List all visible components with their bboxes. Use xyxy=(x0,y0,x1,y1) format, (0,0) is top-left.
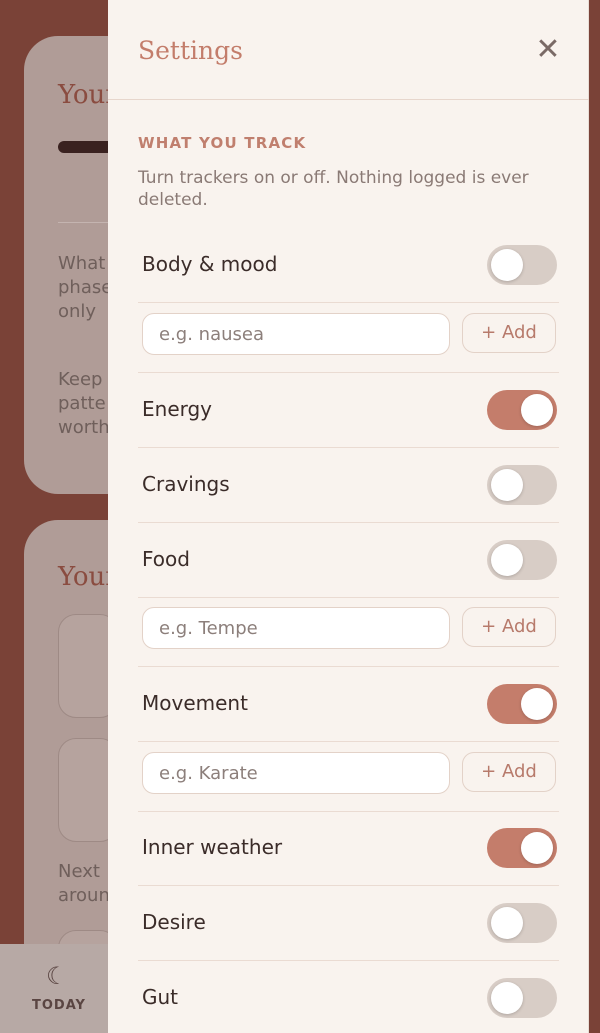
toggle-inner-weather[interactable] xyxy=(487,828,557,868)
toggle-body-mood[interactable] xyxy=(487,245,557,285)
tracker-label: Desire xyxy=(142,910,206,934)
toggle-knob xyxy=(521,394,553,426)
moon-icon: ☾ xyxy=(46,962,68,990)
settings-title: Settings xyxy=(138,36,243,65)
add-row-movement: + Add xyxy=(138,742,559,812)
tracker-row-movement: Movement xyxy=(138,667,559,742)
toggle-desire[interactable] xyxy=(487,903,557,943)
tracker-label: Cravings xyxy=(142,472,230,496)
add-button-body-mood[interactable]: + Add xyxy=(462,313,556,353)
tracker-label: Inner weather xyxy=(142,835,283,859)
toggle-knob xyxy=(491,544,523,576)
add-row-body-mood: + Add xyxy=(138,303,559,373)
tracker-row-food: Food xyxy=(138,523,559,598)
tracker-row-desire: Desire xyxy=(138,886,559,961)
add-row-food: + Add xyxy=(138,597,559,667)
toggle-knob xyxy=(491,907,523,939)
tracker-label: Food xyxy=(142,547,190,571)
food-input[interactable] xyxy=(142,607,450,649)
settings-header: Settings ✕ xyxy=(108,0,589,100)
tracker-row-inner-weather: Inner weather xyxy=(138,811,559,886)
tracker-row-gut: Gut xyxy=(138,961,559,1033)
toggle-knob xyxy=(521,832,553,864)
section-description: Turn trackers on or off. Nothing logged … xyxy=(138,168,529,210)
tracker-label: Energy xyxy=(142,397,213,421)
toggle-movement[interactable] xyxy=(487,684,557,724)
background-text: What phase only xyxy=(58,253,113,322)
toggle-knob xyxy=(491,469,523,501)
section-heading: WHAT YOU TRACK xyxy=(138,134,307,152)
background-text: Keep patte worth xyxy=(58,369,110,438)
tracker-row-body-mood: Body & mood xyxy=(138,228,559,303)
background-text: Next aroun xyxy=(58,861,110,906)
tracker-label: Gut xyxy=(142,985,179,1009)
add-button-movement[interactable]: + Add xyxy=(462,752,556,792)
toggle-knob xyxy=(491,249,523,281)
close-icon[interactable]: ✕ xyxy=(532,34,564,66)
tracker-row-cravings: Cravings xyxy=(138,448,559,523)
settings-panel: Settings ✕ WHAT YOU TRACK Turn trackers … xyxy=(108,0,589,1033)
nav-label-today: TODAY xyxy=(32,998,86,1013)
body-mood-input[interactable] xyxy=(142,313,450,355)
tracker-label: Movement xyxy=(142,691,248,715)
add-button-food[interactable]: + Add xyxy=(462,607,556,647)
tracker-row-energy: Energy xyxy=(138,373,559,448)
toggle-cravings[interactable] xyxy=(487,465,557,505)
movement-input[interactable] xyxy=(142,752,450,794)
toggle-energy[interactable] xyxy=(487,390,557,430)
toggle-knob xyxy=(521,688,553,720)
toggle-gut[interactable] xyxy=(487,978,557,1018)
tracker-label: Body & mood xyxy=(142,252,278,276)
toggle-food[interactable] xyxy=(487,540,557,580)
toggle-knob xyxy=(491,982,523,1014)
